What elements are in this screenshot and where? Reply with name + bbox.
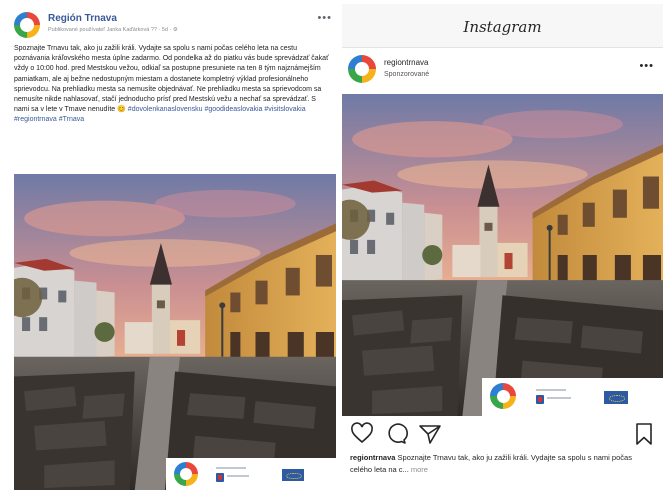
crest-icon (216, 473, 224, 482)
comment-icon[interactable] (384, 422, 408, 446)
caption-username[interactable]: regiontrnava (350, 453, 395, 462)
post-image[interactable] (342, 94, 663, 416)
more-dots-icon[interactable]: ••• (639, 60, 654, 72)
account-avatar-icon[interactable] (348, 55, 376, 83)
instagram-post: Instagram regiontrnava Sponzorované ••• (342, 4, 663, 492)
more-dots-icon[interactable]: ••• (317, 12, 332, 24)
post-image[interactable] (14, 174, 336, 490)
logo-text-line (216, 467, 246, 469)
account-username[interactable]: regiontrnava (384, 58, 428, 67)
logo-text-line (227, 475, 249, 477)
heart-icon[interactable] (350, 422, 374, 446)
page-name-link[interactable]: Región Trnava (48, 13, 117, 24)
instagram-wordmark: Instagram (463, 18, 542, 36)
eu-flag-icon (282, 469, 304, 481)
post-meta: Publikované používateľ Janka Kaďárková ?… (48, 27, 178, 33)
post-caption: regiontrnava Spoznajte Trnavu tak, ako j… (350, 452, 656, 476)
post-header: Región Trnava Publikované používateľ Jan… (14, 10, 334, 42)
instagram-top-bar: Instagram (342, 4, 663, 48)
post-actions (350, 422, 656, 446)
bookmark-icon[interactable] (632, 422, 656, 446)
send-icon[interactable] (418, 422, 442, 446)
logo-text-line (547, 397, 571, 399)
region-trnava-logo-icon[interactable] (14, 12, 40, 38)
more-link[interactable]: more (411, 465, 428, 474)
logo-text-line (536, 389, 566, 391)
sponsored-label: Sponzorované (384, 71, 430, 78)
facebook-post: Región Trnava Publikované používateľ Jan… (6, 4, 340, 492)
post-body: Spoznajte Trnavu tak, ako ju zažili král… (14, 45, 329, 114)
post-text: Spoznajte Trnavu tak, ako ju zažili král… (14, 44, 332, 126)
region-logo-icon (490, 383, 516, 409)
crest-icon (536, 395, 544, 404)
partner-logos-banner (482, 378, 663, 416)
partner-logos-banner (166, 458, 336, 490)
post-header: regiontrnava Sponzorované ••• (348, 54, 658, 88)
region-logo-icon (174, 462, 198, 486)
eu-flag-icon (604, 391, 628, 404)
